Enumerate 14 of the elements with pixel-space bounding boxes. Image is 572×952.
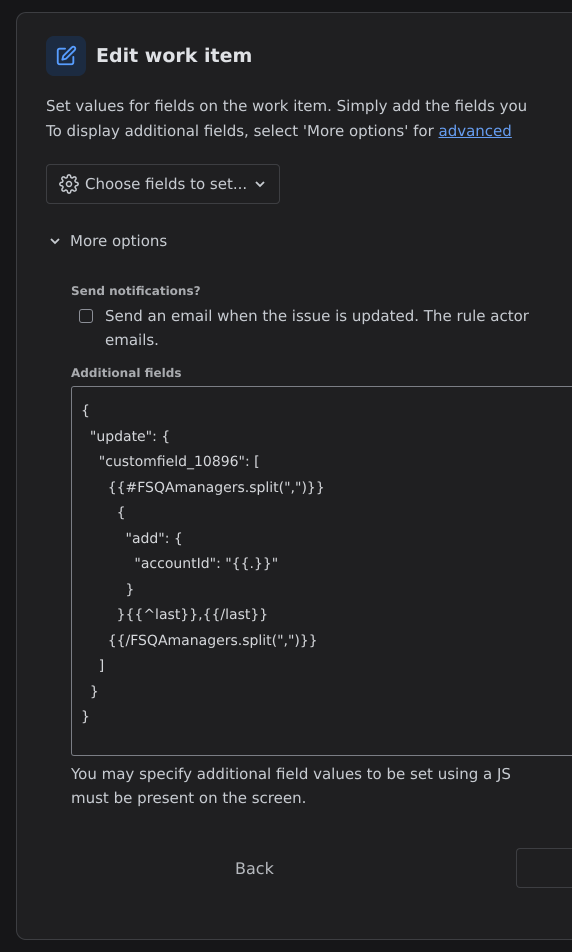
field-label: Additional fields xyxy=(71,366,182,380)
checkbox-label: Send an email when the issue is updated. The rule actor emails. xyxy=(105,306,529,351)
choose-fields-dropdown[interactable]: Choose fields to set... xyxy=(46,164,280,204)
settings-icon xyxy=(59,174,79,194)
more-options-toggle[interactable]: More options xyxy=(46,228,170,254)
back-button[interactable]: Back xyxy=(221,848,288,888)
help-text: You may specify additional field values to be set using a JS must be present on the screen. xyxy=(71,764,512,809)
advanced-link[interactable]: advanced xyxy=(438,122,512,140)
json-input-field[interactable]: { "update": { "customfield_10896": [ {{#FSQAmanagers.split(",")}} { "add": { "accountId": "{{.}}" } }{{^last}},{{/last}} {{/FSQAmanagers.split(",")}} ] } } xyxy=(71,386,572,756)
field-label: Send notifications? xyxy=(71,284,202,298)
dialog-title: Edit work item xyxy=(96,45,252,67)
edit-icon xyxy=(46,36,86,76)
checkbox[interactable] xyxy=(79,309,93,323)
description-text: Set values for fields on the work item. Simply add the fields you To display additional fields, select 'More options' for advanced xyxy=(46,96,528,142)
